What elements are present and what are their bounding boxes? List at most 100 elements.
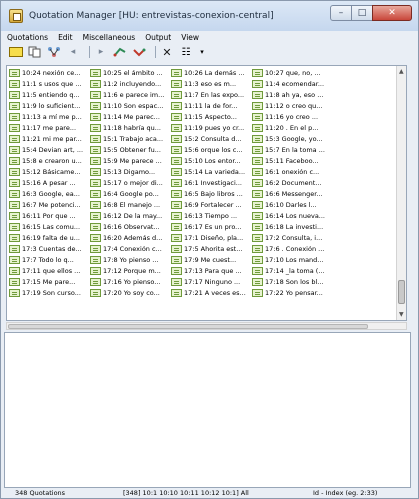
quotation-item[interactable]: 16:2 Document... [252, 178, 336, 188]
quotation-item[interactable]: 11:9 lo suficient... [9, 101, 89, 111]
unlink-button[interactable] [132, 46, 146, 58]
quotation-item[interactable]: 17:1 Diseño, pla... [171, 233, 251, 243]
quotation-item[interactable]: 15:14 La varieda... [171, 167, 251, 177]
quotation-item[interactable]: 16:9 Fortalecer ... [171, 200, 251, 210]
quotation-item[interactable]: 11:13 a mí me p... [9, 112, 89, 122]
quotation-item[interactable]: 17:18 Son los bl... [252, 277, 336, 287]
quotation-item[interactable]: 16:12 De la may... [90, 211, 170, 221]
maximize-button[interactable]: □ [351, 5, 373, 21]
quotation-item[interactable]: 15:5 Obtener fu... [90, 145, 170, 155]
quotation-item[interactable]: 11:3 eso es m... [171, 79, 251, 89]
quotation-item[interactable]: 11:6 e parece im... [90, 90, 170, 100]
quotation-item[interactable]: 16:11 Por que ... [9, 211, 89, 221]
quotation-item[interactable]: 17:11 que ellos ... [9, 266, 89, 276]
quotation-item[interactable]: 15:9 Me parece ... [90, 156, 170, 166]
quotation-item[interactable]: 11:18 habría qu... [90, 123, 170, 133]
quotation-item[interactable]: 17:2 Consulta, i... [252, 233, 336, 243]
quotation-item[interactable]: 17:7 Todo lo q... [9, 255, 89, 265]
quotation-item[interactable]: 16:18 La investi... [252, 222, 336, 232]
quotation-item[interactable]: 17:6 . Conexión ... [252, 244, 336, 254]
quotation-item[interactable]: 16:1 Investigaci... [171, 178, 251, 188]
menu-view[interactable]: View [181, 33, 199, 42]
quotation-item[interactable]: 16:16 Observat... [90, 222, 170, 232]
quotation-item[interactable]: 17:14 _la toma (... [252, 266, 336, 276]
menu-edit[interactable]: Edit [58, 33, 73, 42]
quotation-item[interactable]: 11:20 . En el p... [252, 123, 336, 133]
quotation-item[interactable]: 17:20 Yo soy co... [90, 288, 170, 298]
quotation-item[interactable]: 17:17 Ninguno ... [171, 277, 251, 287]
quotation-item[interactable]: 16:4 Google po... [90, 189, 170, 199]
next-button[interactable]: ▸ [94, 46, 108, 58]
scroll-up-icon[interactable]: ▲ [399, 68, 404, 75]
quotation-item[interactable]: 10:26 La demás ... [171, 68, 251, 78]
quotation-item[interactable]: 16:5 Bajo libros ... [171, 189, 251, 199]
horizontal-scroll-thumb[interactable] [8, 324, 368, 329]
vertical-scroll-thumb[interactable] [398, 280, 405, 304]
close-button[interactable]: ✕ [372, 5, 412, 21]
quotation-item[interactable]: 11:21 mi me par... [9, 134, 89, 144]
quotation-item[interactable]: 15:4 Devian art, ... [9, 145, 89, 155]
menu-output[interactable]: Output [145, 33, 171, 42]
quotation-item[interactable]: 16:1 onexión c... [252, 167, 336, 177]
quotation-item[interactable]: 15:12 Básicame... [9, 167, 89, 177]
quotation-item[interactable]: 16:14 Los nueva... [252, 211, 336, 221]
quotation-item[interactable]: 16:7 Me potenci... [9, 200, 89, 210]
quotation-item[interactable]: 11:15 Aspecto... [171, 112, 251, 122]
quotation-item[interactable]: 15:6 orque los c... [171, 145, 251, 155]
quotation-item[interactable]: 15:17 o mejor di... [90, 178, 170, 188]
minimize-button[interactable]: – [330, 5, 352, 21]
quotation-item[interactable]: 17:9 Me cuest... [171, 255, 251, 265]
quotation-item[interactable]: 15:16 A pesar ... [9, 178, 89, 188]
quotation-list[interactable]: 10:24 nexión ce... 10:25 el ámbito ... 10:… [6, 65, 407, 321]
quotation-item[interactable]: 17:5 Ahorita est... [171, 244, 251, 254]
quotation-item[interactable]: 16:13 Tiempo ... [171, 211, 251, 221]
quotation-item[interactable]: 11:12 o creo qu... [252, 101, 336, 111]
quotation-item[interactable]: 11:5 entiendo q... [9, 90, 89, 100]
quotation-item[interactable]: 17:4 Conexión c... [90, 244, 170, 254]
copy-button[interactable] [28, 46, 42, 58]
view-options-button[interactable]: ☷ [179, 46, 193, 58]
quotation-item[interactable]: 11:10 Son espac... [90, 101, 170, 111]
quotation-item[interactable]: 11:8 ah ya, eso ... [252, 90, 336, 100]
view-options-dropdown[interactable]: ▾ [198, 46, 206, 58]
quotation-item[interactable]: 15:1 Trabajo aca... [90, 134, 170, 144]
quotation-item[interactable]: 17:15 Me pare... [9, 277, 89, 287]
menu-quotations[interactable]: Quotations [7, 33, 48, 42]
quotation-item[interactable]: 15:10 Los entor... [171, 156, 251, 166]
quotation-item[interactable]: 17:16 Yo pienso... [90, 277, 170, 287]
quotation-item[interactable]: 11:19 pues yo cr... [171, 123, 251, 133]
quotation-item[interactable]: 17:3 Cuentas de... [9, 244, 89, 254]
quotation-item[interactable]: 11:17 me pare... [9, 123, 89, 133]
quotation-item[interactable]: 16:17 Es un pro... [171, 222, 251, 232]
quotation-item[interactable]: 15:7 En la toma ... [252, 145, 336, 155]
delete-button[interactable]: ✕ [160, 46, 174, 59]
quotation-item[interactable]: 17:19 Son curso... [9, 288, 89, 298]
quotation-item[interactable]: 17:22 Yo pensar... [252, 288, 336, 298]
quotation-item[interactable]: 17:12 Porque m... [90, 266, 170, 276]
quotation-item[interactable]: 16:15 Las comu... [9, 222, 89, 232]
quotation-item[interactable]: 15:3 Google, yo... [252, 134, 336, 144]
quotation-item[interactable]: 17:21 A veces es... [171, 288, 251, 298]
quotation-item[interactable]: 16:3 Google, ea... [9, 189, 89, 199]
quotation-item[interactable]: 17:13 Para que ... [171, 266, 251, 276]
title-bar[interactable]: Quotation Manager [HU: entrevistas-conex… [1, 1, 418, 31]
quotation-item[interactable]: 15:11 Faceboo... [252, 156, 336, 166]
quotation-item[interactable]: 11:4 ecomendar... [252, 79, 336, 89]
quotation-item[interactable]: 11:11 la de for... [171, 101, 251, 111]
quotation-item[interactable]: 11:14 Me parec... [90, 112, 170, 122]
quotation-item[interactable]: 16:8 El manejo ... [90, 200, 170, 210]
quotation-item[interactable]: 16:19 falta de u... [9, 233, 89, 243]
quotation-item[interactable]: 17:10 Los mand... [252, 255, 336, 265]
menu-miscellaneous[interactable]: Miscellaneous [83, 33, 136, 42]
quotation-item[interactable]: 11:1 s usos que ... [9, 79, 89, 89]
quotation-item[interactable]: 16:20 Además d... [90, 233, 170, 243]
link-button[interactable] [113, 46, 127, 58]
network-button[interactable] [47, 46, 61, 58]
quotation-item[interactable]: 15:13 Digamo... [90, 167, 170, 177]
quotation-item[interactable]: 11:7 En las expo... [171, 90, 251, 100]
quotation-item[interactable]: 16:10 Darles l... [252, 200, 336, 210]
quotation-item[interactable]: 10:27 que, no, ... [252, 68, 336, 78]
new-quotation-button[interactable] [9, 46, 23, 58]
quotation-preview-pane[interactable] [4, 332, 411, 488]
quotation-item[interactable]: 11:2 incluyendo... [90, 79, 170, 89]
